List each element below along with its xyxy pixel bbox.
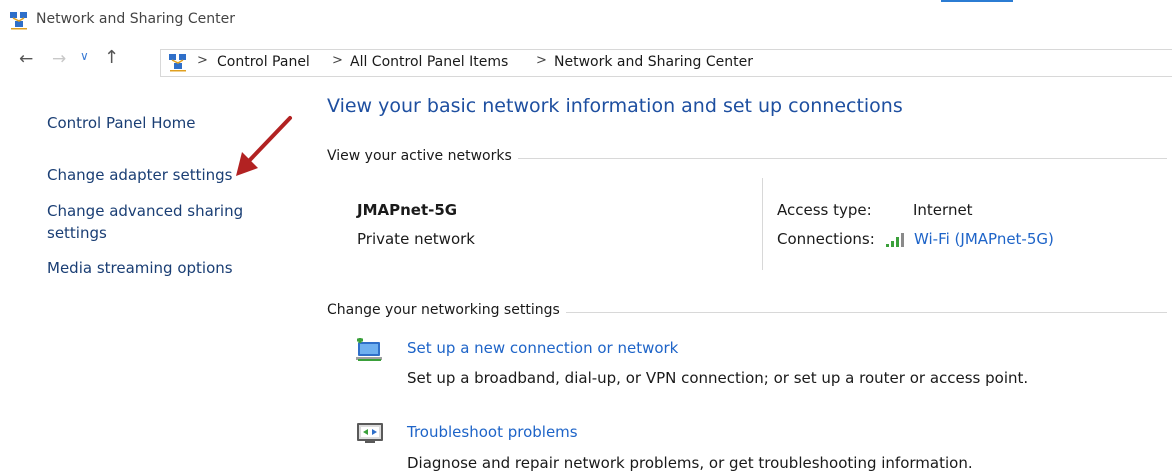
breadcrumb-control-panel[interactable]: Control Panel <box>217 54 310 70</box>
breadcrumb-all-items[interactable]: All Control Panel Items <box>350 54 508 70</box>
wifi-signal-icon <box>886 233 904 247</box>
active-networks-header: View your active networks <box>327 148 518 164</box>
annotation-arrow-icon <box>236 116 292 176</box>
troubleshoot-description: Diagnose and repair network problems, or… <box>407 454 973 472</box>
network-name: JMAPnet-5G <box>357 201 458 219</box>
breadcrumb-network-center[interactable]: Network and Sharing Center <box>554 54 753 70</box>
access-type-label: Access type: <box>777 201 872 219</box>
up-arrow-icon[interactable]: ↑ <box>104 47 119 68</box>
access-type-value: Internet <box>913 201 973 219</box>
network-center-icon <box>10 12 27 30</box>
chevron-down-icon[interactable]: ∨ <box>80 49 89 63</box>
title-accent-bar <box>941 0 1013 2</box>
page-title: View your basic network information and … <box>327 95 903 117</box>
control-panel-icon <box>169 54 186 72</box>
network-type: Private network <box>357 230 475 248</box>
window-title: Network and Sharing Center <box>36 11 236 27</box>
sidebar-item-control-panel-home[interactable]: Control Panel Home <box>47 112 196 134</box>
back-arrow-icon[interactable]: ← <box>19 49 33 69</box>
sidebar-item-advanced-sharing-settings[interactable]: Change advanced sharing settings <box>47 200 277 244</box>
networking-settings-header: Change your networking settings <box>327 302 566 318</box>
breadcrumb-separator: > <box>197 53 208 68</box>
troubleshoot-link[interactable]: Troubleshoot problems <box>407 423 578 441</box>
breadcrumb-separator: > <box>332 53 343 68</box>
forward-arrow-icon[interactable]: → <box>52 49 66 69</box>
connections-label: Connections: <box>777 230 875 248</box>
new-connection-icon <box>356 338 382 361</box>
vertical-divider <box>762 178 763 270</box>
setup-connection-link[interactable]: Set up a new connection or network <box>407 339 678 357</box>
breadcrumb-separator: > <box>536 53 547 68</box>
setup-connection-description: Set up a broadband, dial-up, or VPN conn… <box>407 369 1029 387</box>
wifi-connection-link[interactable]: Wi-Fi (JMAPnet-5G) <box>914 230 1054 248</box>
troubleshoot-icon <box>357 423 383 443</box>
sidebar-item-media-streaming-options[interactable]: Media streaming options <box>47 257 233 279</box>
sidebar-item-change-adapter-settings[interactable]: Change adapter settings <box>47 164 233 186</box>
